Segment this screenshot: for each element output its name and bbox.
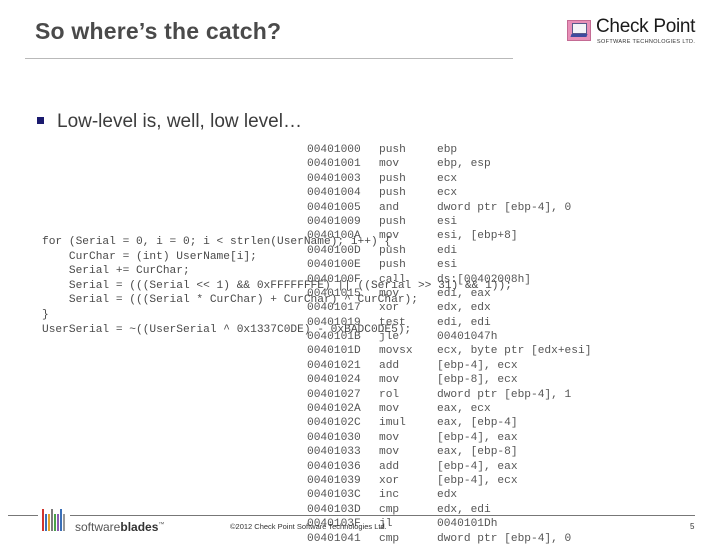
- source-code-line: }: [42, 308, 49, 321]
- assembly-address: 00401005: [307, 201, 361, 214]
- assembly-operand: ecx: [437, 172, 458, 185]
- assembly-opcode: push: [379, 187, 406, 200]
- assembly-operand: [ebp-8], ecx: [437, 374, 518, 387]
- source-code-line: CurChar = (int) UserName[i];: [42, 250, 257, 263]
- assembly-operand: 0040101Dh: [437, 518, 498, 531]
- assembly-opcode: mov: [379, 431, 400, 444]
- source-code-line: for (Serial = 0, i = 0; i < strlen(UserN…: [42, 236, 392, 248]
- logo-name: Check Point: [596, 16, 696, 37]
- assembly-operand: ecx, byte ptr [edx+esi]: [437, 345, 592, 358]
- assembly-operand: [ebp-4], eax: [437, 431, 518, 444]
- assembly-operand: eax, [ebp-8]: [437, 446, 518, 459]
- software-blades-brand: softwareblades™: [75, 520, 164, 534]
- assembly-opcode: add: [379, 359, 400, 372]
- assembly-opcode: inc: [379, 489, 400, 502]
- assembly-address: 00401030: [307, 431, 361, 444]
- source-code-line: UserSerial = ~((UserSerial ^ 0x1337C0DE)…: [42, 323, 412, 336]
- assembly-opcode: mov: [379, 446, 400, 459]
- assembly-operand: ebp, esp: [437, 158, 491, 171]
- assembly-address: 0040103C: [307, 489, 361, 502]
- assembly-address: 00401000: [307, 144, 361, 156]
- assembly-opcode: add: [379, 460, 400, 473]
- assembly-operand: esi: [437, 215, 458, 228]
- computer-monitor-icon: [567, 20, 591, 41]
- assembly-operand: ebp: [437, 144, 458, 156]
- check-point-logo: Check Point SOFTWARE TECHNOLOGIES LTD.: [567, 16, 717, 47]
- assembly-operand: dword ptr [ebp-4], 0: [437, 532, 572, 545]
- assembly-opcode: rol: [379, 388, 400, 401]
- slide-title: So where’s the catch?: [35, 18, 282, 44]
- footer-divider-left: [8, 515, 38, 516]
- logo-tagline: SOFTWARE TECHNOLOGIES LTD.: [597, 39, 696, 45]
- blade-bar: [51, 509, 53, 531]
- assembly-opcode: and: [379, 201, 400, 214]
- assembly-operand: [ebp-4], ecx: [437, 474, 518, 487]
- assembly-operand: [ebp-4], ecx: [437, 359, 518, 372]
- assembly-operand: dword ptr [ebp-4], 0: [437, 201, 572, 214]
- assembly-operand: ecx: [437, 187, 458, 200]
- assembly-address: 00401003: [307, 172, 361, 185]
- assembly-operand: eax, ecx: [437, 403, 491, 416]
- assembly-address: 00401041: [307, 532, 361, 545]
- assembly-address: 00401004: [307, 187, 361, 200]
- source-code-line: Serial = (((Serial * CurChar) + CurChar)…: [42, 294, 418, 307]
- source-code-line: Serial = (((Serial << 1) && 0xFFFFFFFE) …: [42, 279, 512, 292]
- assembly-address: 00401033: [307, 446, 361, 459]
- assembly-operand: dword ptr [ebp-4], 1: [437, 388, 572, 401]
- assembly-address: 00401001: [307, 158, 361, 171]
- brand-bold: blades: [120, 520, 159, 534]
- title-divider: [25, 58, 513, 59]
- blade-bar: [45, 514, 47, 531]
- assembly-address: 00401021: [307, 359, 361, 372]
- assembly-address: 00401027: [307, 388, 361, 401]
- assembly-address: 00401036: [307, 460, 361, 473]
- assembly-address: 0040102A: [307, 403, 361, 416]
- page-number: 5: [690, 522, 695, 531]
- blade-bar: [48, 514, 50, 531]
- assembly-opcode: movsx: [379, 345, 413, 358]
- assembly-opcode: push: [379, 172, 406, 185]
- assembly-opcode: mov: [379, 158, 400, 171]
- assembly-opcode: mov: [379, 403, 400, 416]
- source-code-line: Serial += CurChar;: [42, 265, 190, 278]
- blade-bar: [63, 514, 65, 531]
- assembly-address: 00401009: [307, 215, 361, 228]
- brand-light: software: [75, 520, 121, 534]
- assembly-address: 0040101D: [307, 345, 361, 358]
- assembly-operand: [ebp-4], eax: [437, 460, 518, 473]
- assembly-opcode: mov: [379, 374, 400, 387]
- blade-bar: [57, 514, 59, 531]
- blade-bar: [60, 509, 62, 531]
- blade-bar: [54, 514, 56, 531]
- assembly-opcode: push: [379, 215, 406, 228]
- assembly-address: 0040102C: [307, 417, 361, 430]
- software-blades-icon: [42, 507, 66, 531]
- footer-divider-right: [70, 515, 695, 516]
- source-code-listing: for (Serial = 0, i = 0; i < strlen(UserN…: [42, 235, 512, 337]
- assembly-address: 00401039: [307, 474, 361, 487]
- assembly-opcode: xor: [379, 474, 400, 487]
- assembly-operand: eax, [ebp-4]: [437, 417, 518, 430]
- trademark-mark: ™: [158, 522, 165, 528]
- assembly-address: 00401024: [307, 374, 361, 387]
- bullet-text: Low-level is, well, low level…: [57, 111, 302, 132]
- assembly-opcode: cmp: [379, 532, 400, 545]
- assembly-opcode: imul: [379, 417, 406, 430]
- copyright-notice: ©2012 Check Point Software Technologies …: [230, 522, 387, 531]
- assembly-opcode: push: [379, 144, 406, 156]
- bullet-square-icon: [37, 117, 44, 124]
- assembly-operand: edx: [437, 489, 458, 502]
- blade-bar: [42, 509, 44, 531]
